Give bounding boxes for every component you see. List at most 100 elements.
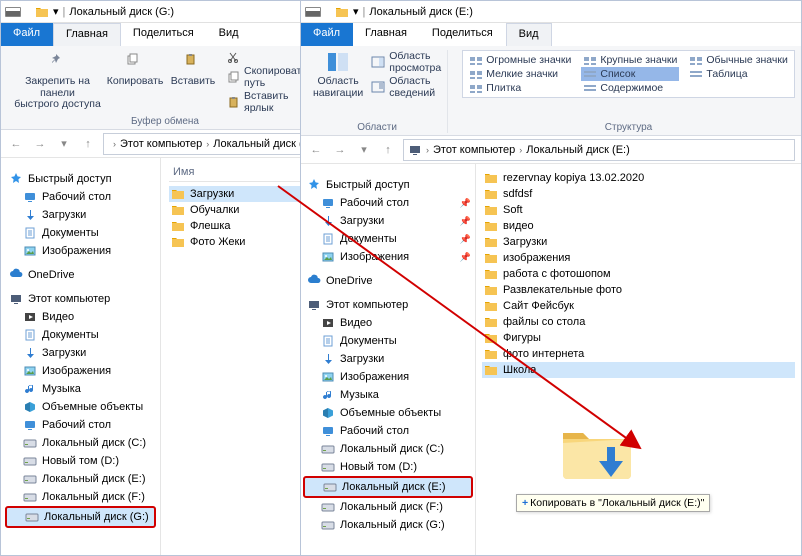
file-item[interactable]: Загрузки	[482, 234, 795, 250]
tree-desktop[interactable]: Рабочий стол📌	[303, 194, 473, 212]
file-item[interactable]: работа с фотошопом	[482, 266, 795, 282]
tree-desktop2[interactable]: Рабочий стол	[5, 416, 156, 434]
file-item[interactable]: Развлекательные фото	[482, 282, 795, 298]
file-item[interactable]: Школа	[482, 362, 795, 378]
tab-view[interactable]: Вид	[207, 23, 252, 46]
tree-drive-f[interactable]: Локальный диск (F:)	[303, 498, 473, 516]
breadcrumb[interactable]: › Этот компьютер › Локальный диск (E:)	[403, 139, 795, 161]
nav-tree: Быстрый доступ Рабочий стол Загрузки Док…	[1, 158, 161, 555]
tree-downloads[interactable]: Загрузки	[5, 206, 156, 224]
view-regular-icons[interactable]: Обычные значки	[687, 53, 789, 67]
file-item[interactable]: rezervnay kopiya 13.02.2020	[482, 170, 795, 186]
nav-up-button[interactable]: ↑	[379, 141, 397, 159]
nav-history-button[interactable]: ▾	[355, 141, 373, 159]
breadcrumb-item[interactable]: Локальный диск (E:)	[526, 144, 630, 156]
nav-tree: Быстрый доступ Рабочий стол📌 Загрузки📌 Д…	[301, 164, 476, 555]
nav-history-button[interactable]: ▾	[55, 135, 73, 153]
nav-forward-button[interactable]: →	[331, 141, 349, 159]
file-name-label: Школа	[503, 364, 536, 376]
view-huge-icons[interactable]: Огромные значки	[467, 53, 573, 67]
drag-drop-target[interactable]	[546, 419, 632, 471]
tree-quick-access[interactable]: Быстрый доступ	[303, 176, 473, 194]
nav-back-button[interactable]: ←	[307, 141, 325, 159]
nav-pane-button[interactable]: Область навигации	[313, 50, 363, 99]
tree-documents[interactable]: Документы📌	[303, 230, 473, 248]
file-item[interactable]: изображения	[482, 250, 795, 266]
breadcrumb-item[interactable]: Этот компьютер	[433, 144, 515, 156]
file-item[interactable]: фото интернета	[482, 346, 795, 362]
tree-drive-f[interactable]: Локальный диск (F:)	[5, 488, 156, 506]
tree-pictures[interactable]: Изображения📌	[303, 248, 473, 266]
tab-share[interactable]: Поделиться	[121, 23, 207, 46]
tab-share[interactable]: Поделиться	[420, 23, 506, 46]
file-item[interactable]: видео	[482, 218, 795, 234]
paste-button[interactable]: Вставить	[168, 50, 218, 88]
tree-downloads2[interactable]: Загрузки	[303, 350, 473, 368]
file-item[interactable]: файлы со стола	[482, 314, 795, 330]
tree-video[interactable]: Видео	[303, 314, 473, 332]
tree-drive-d[interactable]: Новый том (D:)	[5, 452, 156, 470]
tab-home[interactable]: Главная	[353, 23, 420, 46]
titlebar[interactable]: ▾ | Локальный диск (E:)	[301, 1, 801, 23]
file-item[interactable]: Soft	[482, 202, 795, 218]
file-item[interactable]: sdfdsf	[482, 186, 795, 202]
breadcrumb[interactable]: › Этот компьютер › Локальный диск (G:)	[103, 133, 323, 155]
tab-view[interactable]: Вид	[506, 23, 552, 46]
file-item[interactable]: Фигуры	[482, 330, 795, 346]
breadcrumb-item[interactable]: Этот компьютер	[120, 138, 202, 150]
tree-pictures2[interactable]: Изображения	[5, 362, 156, 380]
file-item[interactable]: Загрузки	[169, 186, 321, 202]
nav-up-button[interactable]: ↑	[79, 135, 97, 153]
tree-drive-c[interactable]: Локальный диск (C:)	[303, 440, 473, 458]
tree-music[interactable]: Музыка	[5, 380, 156, 398]
preview-pane-button[interactable]: Область просмотра	[371, 50, 441, 74]
column-name-header[interactable]: Имя	[169, 164, 321, 182]
tree-downloads[interactable]: Загрузки📌	[303, 212, 473, 230]
tree-desktop[interactable]: Рабочий стол	[5, 188, 156, 206]
view-table[interactable]: Таблица	[687, 67, 789, 81]
nav-back-button[interactable]: ←	[7, 135, 25, 153]
tree-downloads2[interactable]: Загрузки	[5, 344, 156, 362]
tree-drive-e[interactable]: Локальный диск (E:)	[303, 476, 473, 498]
copy-button[interactable]: Копировать	[110, 50, 160, 88]
file-item[interactable]: Флешка	[169, 218, 321, 234]
view-tiles[interactable]: Плитка	[467, 81, 573, 95]
tab-home[interactable]: Главная	[53, 23, 121, 46]
tree-drive-g[interactable]: Локальный диск (G:)	[303, 516, 473, 534]
view-content[interactable]: Содержимое	[581, 81, 679, 95]
tree-onedrive[interactable]: OneDrive	[5, 266, 156, 284]
file-item[interactable]: Фото Жеки	[169, 234, 321, 250]
tree-documents[interactable]: Документы	[5, 224, 156, 242]
tree-quick-access[interactable]: Быстрый доступ	[5, 170, 156, 188]
nav-forward-button[interactable]: →	[31, 135, 49, 153]
tree-drive-d[interactable]: Новый том (D:)	[303, 458, 473, 476]
tab-file[interactable]: Файл	[1, 23, 53, 46]
tab-file[interactable]: Файл	[301, 23, 353, 46]
tree-onedrive[interactable]: OneDrive	[303, 272, 473, 290]
tree-3d-objects[interactable]: Объемные объекты	[5, 398, 156, 416]
tree-pictures2[interactable]: Изображения	[303, 368, 473, 386]
view-large-icons[interactable]: Крупные значки	[581, 53, 679, 67]
tree-documents2[interactable]: Документы	[5, 326, 156, 344]
tree-documents2[interactable]: Документы	[303, 332, 473, 350]
tree-pictures[interactable]: Изображения	[5, 242, 156, 260]
titlebar[interactable]: ▾ | Локальный диск (G:)	[1, 1, 329, 23]
tree-drive-e[interactable]: Локальный диск (E:)	[5, 470, 156, 488]
tree-3d-objects[interactable]: Объемные объекты	[303, 404, 473, 422]
ribbon: Закрепить на панели быстрого доступа Коп…	[1, 46, 329, 130]
view-small-icons[interactable]: Мелкие значки	[467, 67, 573, 81]
tree-drive-g[interactable]: Локальный диск (G:)	[5, 506, 156, 528]
details-pane-button[interactable]: Область сведений	[371, 75, 441, 99]
view-list[interactable]: Список	[581, 67, 679, 81]
file-item[interactable]: Сайт Фейсбук	[482, 298, 795, 314]
pin-to-quick-access-button[interactable]: Закрепить на панели быстрого доступа	[13, 50, 102, 111]
file-item[interactable]: Обучалки	[169, 202, 321, 218]
tree-desktop2[interactable]: Рабочий стол	[303, 422, 473, 440]
tree-video[interactable]: Видео	[5, 308, 156, 326]
ribbon-group-label: Буфер обмена	[131, 114, 199, 127]
tree-this-pc[interactable]: Этот компьютер	[5, 290, 156, 308]
tree-music[interactable]: Музыка	[303, 386, 473, 404]
tree-this-pc[interactable]: Этот компьютер	[303, 296, 473, 314]
tree-drive-c[interactable]: Локальный диск (C:)	[5, 434, 156, 452]
explorer-window-g: ▾ | Локальный диск (G:) Файл Главная Под…	[0, 0, 330, 556]
